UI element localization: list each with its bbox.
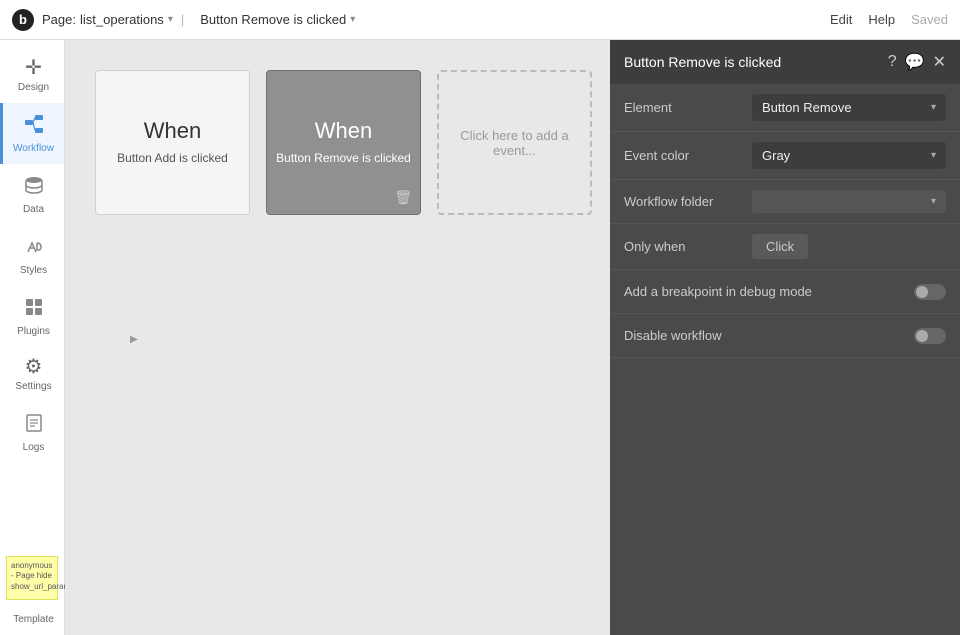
card-add-subtitle: Button Add is clicked bbox=[117, 150, 228, 167]
plugins-icon bbox=[23, 296, 45, 322]
page-chevron-icon: ▾ bbox=[168, 14, 173, 25]
sidebar-label-logs: Logs bbox=[23, 442, 45, 453]
workflow-folder-chevron-icon: ▾ bbox=[931, 196, 936, 207]
sidebar-item-workflow[interactable]: Workflow bbox=[0, 103, 64, 164]
panel: Button Remove is clicked ? 💬 ✕ Element B… bbox=[610, 40, 960, 635]
panel-header: Button Remove is clicked ? 💬 ✕ bbox=[610, 40, 960, 84]
sidebar-bottom: anonymous - Page hide show_url_param Tem… bbox=[0, 548, 64, 635]
panel-row-breakpoint: Add a breakpoint in debug mode bbox=[610, 270, 960, 314]
sidebar-expand-icon[interactable]: ▶ bbox=[130, 334, 138, 345]
event-color-value: Gray bbox=[762, 148, 790, 163]
delete-card-icon[interactable]: 🗑 bbox=[394, 189, 412, 206]
element-value: Button Remove bbox=[762, 100, 852, 115]
settings-icon: ⚙ bbox=[25, 357, 43, 377]
panel-close-icon[interactable]: ✕ bbox=[933, 52, 946, 72]
edit-button[interactable]: Edit bbox=[830, 12, 852, 27]
breakpoint-label: Add a breakpoint in debug mode bbox=[624, 284, 906, 299]
card-add-title: When bbox=[144, 118, 201, 144]
sidebar-item-plugins[interactable]: Plugins bbox=[0, 286, 64, 347]
panel-comment-icon[interactable]: 💬 bbox=[905, 52, 925, 72]
panel-row-only-when: Only when Click bbox=[610, 224, 960, 270]
event-color-chevron-icon: ▾ bbox=[931, 150, 936, 161]
panel-row-event-color: Event color Gray ▾ bbox=[610, 132, 960, 180]
element-chevron-icon: ▾ bbox=[931, 102, 936, 113]
page-label: Page: bbox=[42, 12, 76, 27]
event-selector[interactable]: Button Remove is clicked ▾ bbox=[200, 12, 355, 27]
workflow-card-add[interactable]: When Button Add is clicked bbox=[95, 70, 250, 215]
sidebar-item-logs[interactable]: Logs bbox=[0, 402, 64, 463]
event-name: Button Remove is clicked bbox=[200, 12, 346, 27]
panel-row-element: Element Button Remove ▾ bbox=[610, 84, 960, 132]
topbar: b Page: list_operations ▾ | Button Remov… bbox=[0, 0, 960, 40]
sidebar-item-design[interactable]: ✛ Design bbox=[0, 48, 64, 103]
sidebar-label-data: Data bbox=[23, 204, 44, 215]
workflow-card-remove[interactable]: When Button Remove is clicked 🗑 bbox=[266, 70, 421, 215]
workflow-folder-label: Workflow folder bbox=[624, 194, 744, 209]
panel-row-workflow-folder: Workflow folder ▾ bbox=[610, 180, 960, 224]
panel-body: Element Button Remove ▾ Event color Gray… bbox=[610, 84, 960, 635]
logs-icon bbox=[23, 412, 45, 438]
page-name: list_operations bbox=[80, 12, 164, 27]
add-event-card[interactable]: Click here to add a event... bbox=[437, 70, 592, 215]
event-color-select[interactable]: Gray ▾ bbox=[752, 142, 946, 169]
design-icon: ✛ bbox=[25, 58, 42, 78]
topbar-actions: Edit Help Saved bbox=[830, 12, 948, 27]
panel-help-icon[interactable]: ? bbox=[888, 53, 897, 71]
main-layout: ✛ Design Workflow bbox=[0, 40, 960, 635]
canvas: ▶ When Button Add is clicked When Button… bbox=[65, 40, 960, 635]
card-remove-title: When bbox=[315, 118, 372, 144]
element-label: Element bbox=[624, 100, 744, 115]
sidebar-item-data[interactable]: Data bbox=[0, 164, 64, 225]
only-when-label: Only when bbox=[624, 239, 744, 254]
logo: b bbox=[12, 9, 34, 31]
styles-icon bbox=[23, 235, 45, 261]
card-remove-subtitle: Button Remove is clicked bbox=[276, 150, 411, 167]
saved-status: Saved bbox=[911, 12, 948, 27]
sidebar-label-template: Template bbox=[13, 614, 54, 625]
sidebar: ✛ Design Workflow bbox=[0, 40, 65, 635]
page-selector[interactable]: Page: list_operations ▾ bbox=[42, 12, 173, 27]
panel-row-disable: Disable workflow bbox=[610, 314, 960, 358]
event-chevron-icon: ▾ bbox=[350, 14, 355, 25]
add-event-label: Click here to add a event... bbox=[455, 128, 574, 158]
workflow-icon bbox=[23, 113, 45, 139]
sidebar-label-styles: Styles bbox=[20, 265, 47, 276]
sidebar-item-template[interactable]: Template bbox=[0, 608, 64, 635]
sidebar-item-styles[interactable]: Styles bbox=[0, 225, 64, 286]
sidebar-label-workflow: Workflow bbox=[13, 143, 54, 154]
sticky-note[interactable]: anonymous - Page hide show_url_param bbox=[6, 556, 58, 600]
sidebar-label-plugins: Plugins bbox=[17, 326, 50, 337]
workflow-folder-select[interactable]: ▾ bbox=[752, 190, 946, 213]
disable-toggle[interactable] bbox=[914, 328, 946, 344]
only-when-click-button[interactable]: Click bbox=[752, 234, 808, 259]
element-select[interactable]: Button Remove ▾ bbox=[752, 94, 946, 121]
breakpoint-toggle[interactable] bbox=[914, 284, 946, 300]
event-color-label: Event color bbox=[624, 148, 744, 163]
panel-title: Button Remove is clicked bbox=[624, 54, 880, 70]
separator: | bbox=[181, 12, 184, 27]
sidebar-label-design: Design bbox=[18, 82, 49, 93]
disable-label: Disable workflow bbox=[624, 328, 906, 343]
sidebar-label-settings: Settings bbox=[15, 381, 51, 392]
help-button[interactable]: Help bbox=[868, 12, 895, 27]
sidebar-item-settings[interactable]: ⚙ Settings bbox=[0, 347, 64, 402]
data-icon bbox=[23, 174, 45, 200]
